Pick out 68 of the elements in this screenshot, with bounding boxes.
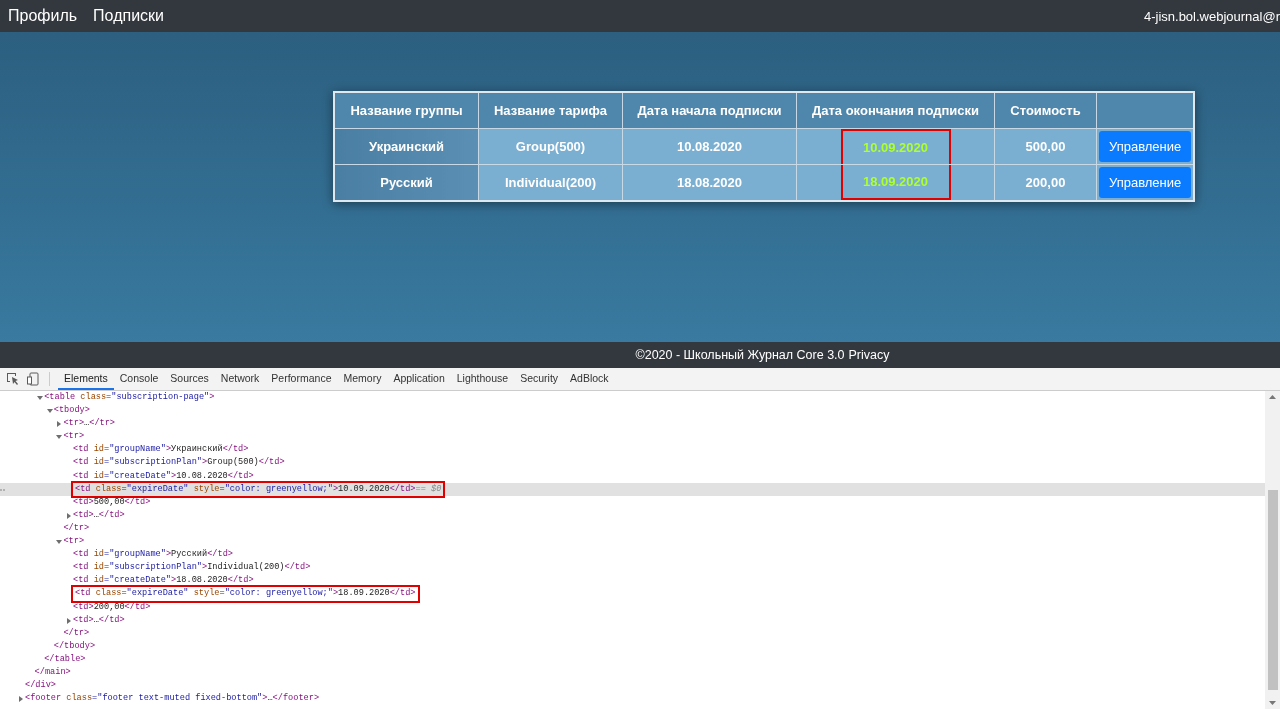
code-line[interactable]: </tr> xyxy=(63,626,90,640)
user-email: 4-jisn.bol.webjournal@r xyxy=(1143,8,1280,24)
code-line[interactable]: <td id="groupName">Русский</td> xyxy=(73,548,233,562)
code-line[interactable]: <tr> xyxy=(63,535,85,549)
column-header: Дата окончания подписки xyxy=(796,92,995,129)
code-line[interactable]: <tr>…</tr> xyxy=(63,417,116,431)
end-date: 10.09.2020 xyxy=(862,140,929,155)
caret-icon[interactable] xyxy=(56,421,63,428)
code-line[interactable]: <td id="createDate">10.08.2020</td> xyxy=(73,469,254,483)
nav-link[interactable]: Подписки xyxy=(93,7,164,25)
table-cell: Украинский xyxy=(334,128,479,165)
devtools-tab[interactable]: Sources xyxy=(164,368,215,390)
code-line[interactable]: <td>500,00</td> xyxy=(73,495,151,509)
copyright-text: ©2020 - Школьный Журнал Core 3.0 xyxy=(635,348,845,362)
table-cell: 500,00 xyxy=(994,128,1097,165)
code-line[interactable]: </tr> xyxy=(63,521,90,536)
devtools-tab[interactable]: Lighthouse xyxy=(450,368,515,390)
code-line[interactable]: <td id="subscriptionPlan">Individual(200)</td> xyxy=(73,561,311,575)
privacy-link[interactable]: Privacy xyxy=(848,348,890,362)
devtools-tab[interactable]: Application xyxy=(387,368,451,390)
code-line[interactable]: <tr> xyxy=(63,430,85,444)
end-date: 18.09.2020 xyxy=(862,174,929,189)
devtools-tab[interactable]: AdBlock xyxy=(564,368,615,390)
column-header: Название тарифа xyxy=(478,92,623,129)
caret-icon[interactable] xyxy=(66,512,72,519)
table-cell: 10.08.2020 xyxy=(622,128,797,165)
table-cell: Group(500) xyxy=(478,128,623,165)
devtools-tab[interactable]: Performance xyxy=(265,368,338,390)
devtools-tab[interactable]: Security xyxy=(514,368,565,390)
code-line[interactable]: <td>…</td> xyxy=(73,508,125,522)
caret-icon[interactable] xyxy=(46,408,53,415)
device-icon[interactable] xyxy=(26,372,40,386)
code-line[interactable]: <table class="subscription-page"> xyxy=(44,391,215,405)
caret-icon[interactable] xyxy=(56,434,63,441)
nav-link[interactable]: Профиль xyxy=(8,7,78,25)
caret-icon[interactable] xyxy=(56,539,63,546)
code-line[interactable]: <td id="subscriptionPlan">Group(500)</td> xyxy=(73,456,285,470)
manage-button[interactable]: Управление xyxy=(1099,167,1191,198)
caret-icon[interactable] xyxy=(37,395,44,401)
code-line[interactable]: </main> xyxy=(34,665,71,680)
code-line[interactable]: <td class="expireDate" style="color: greenyellow;">18.09.2020</td> xyxy=(73,587,418,601)
inspect-icon[interactable] xyxy=(6,372,20,386)
code-line[interactable]: <tbody> xyxy=(53,404,90,418)
devtools-tab[interactable]: Console xyxy=(113,368,165,390)
code-line[interactable]: <td>200,00</td> xyxy=(73,600,151,614)
devtools-tab[interactable]: Elements xyxy=(58,368,114,390)
devtools-tab[interactable]: Memory xyxy=(337,368,388,390)
table-cell: Русский xyxy=(334,164,479,201)
caret-icon[interactable] xyxy=(66,617,72,624)
table-cell: Individual(200) xyxy=(478,164,623,201)
code-line[interactable]: </table> xyxy=(44,652,86,666)
scroll-up-icon[interactable] xyxy=(1269,395,1276,399)
code-line[interactable]: <td>…</td> xyxy=(73,613,125,627)
caret-icon[interactable] xyxy=(18,696,24,703)
column-header: Стоимость xyxy=(994,92,1097,129)
column-header: Дата начала подписки xyxy=(622,92,797,129)
code-line[interactable]: </tbody> xyxy=(53,639,96,653)
code-line[interactable]: </div> xyxy=(25,679,56,693)
code-line[interactable]: <td id="createDate">18.08.2020</td> xyxy=(73,574,254,588)
scrollbar[interactable] xyxy=(1265,391,1280,709)
code-line[interactable]: <td id="groupName">Украинский</td> xyxy=(73,443,249,457)
scroll-down-icon[interactable] xyxy=(1269,701,1276,705)
column-header: Название группы xyxy=(334,92,479,129)
manage-button[interactable]: Управление xyxy=(1099,131,1191,162)
code-line[interactable]: <footer class="footer text-muted fixed-bottom">…</footer> xyxy=(25,692,320,706)
table-cell: 200,00 xyxy=(994,164,1097,201)
table-cell: 18.08.2020 xyxy=(622,164,797,201)
devtools-tab[interactable]: Network xyxy=(214,368,266,390)
